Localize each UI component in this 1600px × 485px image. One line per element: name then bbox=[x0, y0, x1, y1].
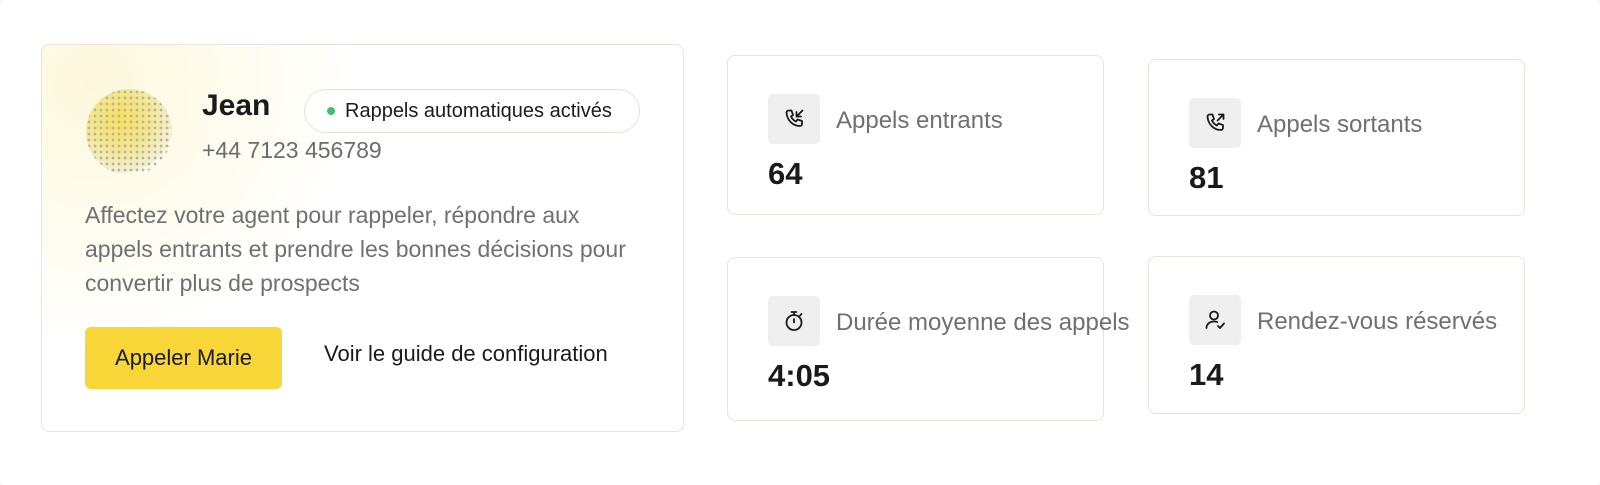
status-badge-label: Rappels automatiques activés bbox=[345, 99, 612, 122]
avatar bbox=[86, 89, 172, 175]
stat-label: Appels sortants bbox=[1257, 111, 1423, 138]
stat-value: 14 bbox=[1189, 357, 1224, 392]
stat-card-incoming-calls: Appels entrants 64 bbox=[727, 55, 1104, 215]
status-dot-icon bbox=[327, 107, 335, 115]
call-button[interactable]: Appeler Marie bbox=[85, 327, 282, 389]
stat-value: 4:05 bbox=[768, 358, 831, 393]
stat-label: Durée moyenne des appels bbox=[836, 309, 1130, 336]
user-check-icon bbox=[1189, 295, 1241, 345]
stat-label: Appels entrants bbox=[836, 107, 1003, 134]
phone-outgoing-icon bbox=[1189, 98, 1241, 148]
stat-value: 64 bbox=[768, 156, 803, 191]
dashboard-panel: Jean Rappels automatiques activés +44 71… bbox=[0, 0, 1600, 485]
agent-description: Affectez votre agent pour rappeler, répo… bbox=[85, 202, 626, 296]
stat-card-appointments-booked: Rendez-vous réservés 14 bbox=[1148, 256, 1525, 414]
agent-card: Jean Rappels automatiques activés +44 71… bbox=[41, 44, 684, 432]
stat-label: Rendez-vous réservés bbox=[1257, 308, 1498, 335]
agent-phone: +44 7123 456789 bbox=[202, 137, 382, 163]
stat-card-average-duration: Durée moyenne des appels 4:05 bbox=[727, 257, 1130, 421]
stat-value: 81 bbox=[1189, 160, 1224, 195]
status-badge: Rappels automatiques activés bbox=[304, 89, 640, 133]
setup-guide-link[interactable]: Voir le guide de configuration bbox=[324, 341, 608, 367]
stat-card-outgoing-calls: Appels sortants 81 bbox=[1148, 59, 1525, 216]
agent-name: Jean bbox=[202, 89, 271, 122]
phone-incoming-icon bbox=[768, 94, 820, 144]
stopwatch-icon bbox=[768, 296, 820, 346]
